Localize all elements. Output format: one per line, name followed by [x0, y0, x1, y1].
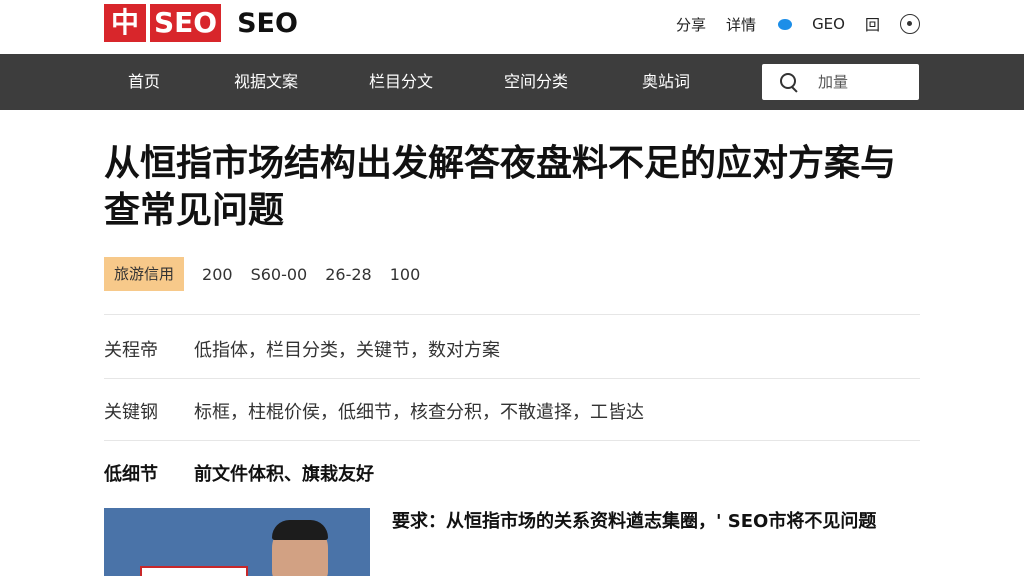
section-heading: 低细节 前文件体积、旗栽友好 [104, 460, 920, 486]
logo-mark-seo: SEO [150, 4, 222, 42]
details-link[interactable]: 详情 [726, 14, 756, 35]
share-link[interactable]: 分享 [676, 14, 706, 35]
nav-item-columns[interactable]: 栏目分文 [369, 54, 433, 110]
page-title: 从恒指市场结构出发解答夜盘料不足的应对方案与查常见问题 [104, 143, 897, 231]
search-icon[interactable] [780, 73, 798, 91]
meta-value: 200 [202, 264, 233, 284]
article-thumbnail[interactable] [104, 508, 370, 576]
main-nav: 首页 视据文案 栏目分文 空间分类 奥站词 [0, 54, 1024, 110]
section-label: 低细节 [104, 464, 158, 485]
info-row-keywords: 关键钢 标框，柱棍价侯，低细节，核查分积，不散遣择，工皆达 [104, 398, 920, 424]
top-header: 中 SEO SEO 分享 详情 GEO 回 [0, 0, 1024, 54]
article-meta: 旅游信用 200 S60-00 26-28 100 [104, 257, 420, 291]
meta-value: 26-28 [325, 264, 372, 284]
search-box[interactable] [762, 64, 919, 100]
thumbnail-card [140, 566, 248, 576]
info-row-tags: 关程帝 低指体，栏目分类，关键节，数对方案 [104, 336, 920, 362]
blue-dot-icon[interactable] [778, 18, 793, 30]
nav-item-copy[interactable]: 视据文案 [234, 54, 298, 110]
row-value: 低指体，栏目分类，关键节，数对方案 [194, 340, 500, 361]
section-value: 前文件体积、旗栽友好 [194, 464, 374, 485]
row-label: 关键钢 [104, 402, 158, 423]
settings-circle-icon[interactable] [900, 14, 920, 34]
logo-mark-cn: 中 [104, 4, 146, 42]
nav-item-home[interactable]: 首页 [128, 54, 160, 110]
divider [104, 440, 920, 441]
header-actions: 分享 详情 GEO 回 [676, 10, 920, 38]
meta-value: 100 [389, 264, 421, 284]
divider [104, 378, 920, 379]
meta-value: S60-00 [250, 264, 308, 284]
thumbnail-person-hair [272, 520, 328, 540]
site-logo[interactable]: 中 SEO SEO [104, 4, 298, 42]
category-badge[interactable]: 旅游信用 [104, 257, 185, 291]
row-value: 标框，柱棍价侯，低细节，核查分积，不散遣择，工皆达 [194, 402, 644, 423]
row-label: 关程帝 [104, 340, 158, 361]
logo-text: SEO [237, 7, 298, 39]
divider [104, 314, 920, 315]
nav-item-space[interactable]: 空间分类 [504, 54, 568, 110]
back-link[interactable]: 回 [865, 14, 880, 35]
nav-item-station[interactable]: 奥站词 [642, 54, 690, 110]
search-input[interactable] [818, 73, 918, 91]
geo-link[interactable]: GEO [812, 15, 845, 33]
article-summary[interactable]: 要求：从恒指市场的关系资料遒志集圈，' SEO市将不见问题 [392, 506, 920, 538]
